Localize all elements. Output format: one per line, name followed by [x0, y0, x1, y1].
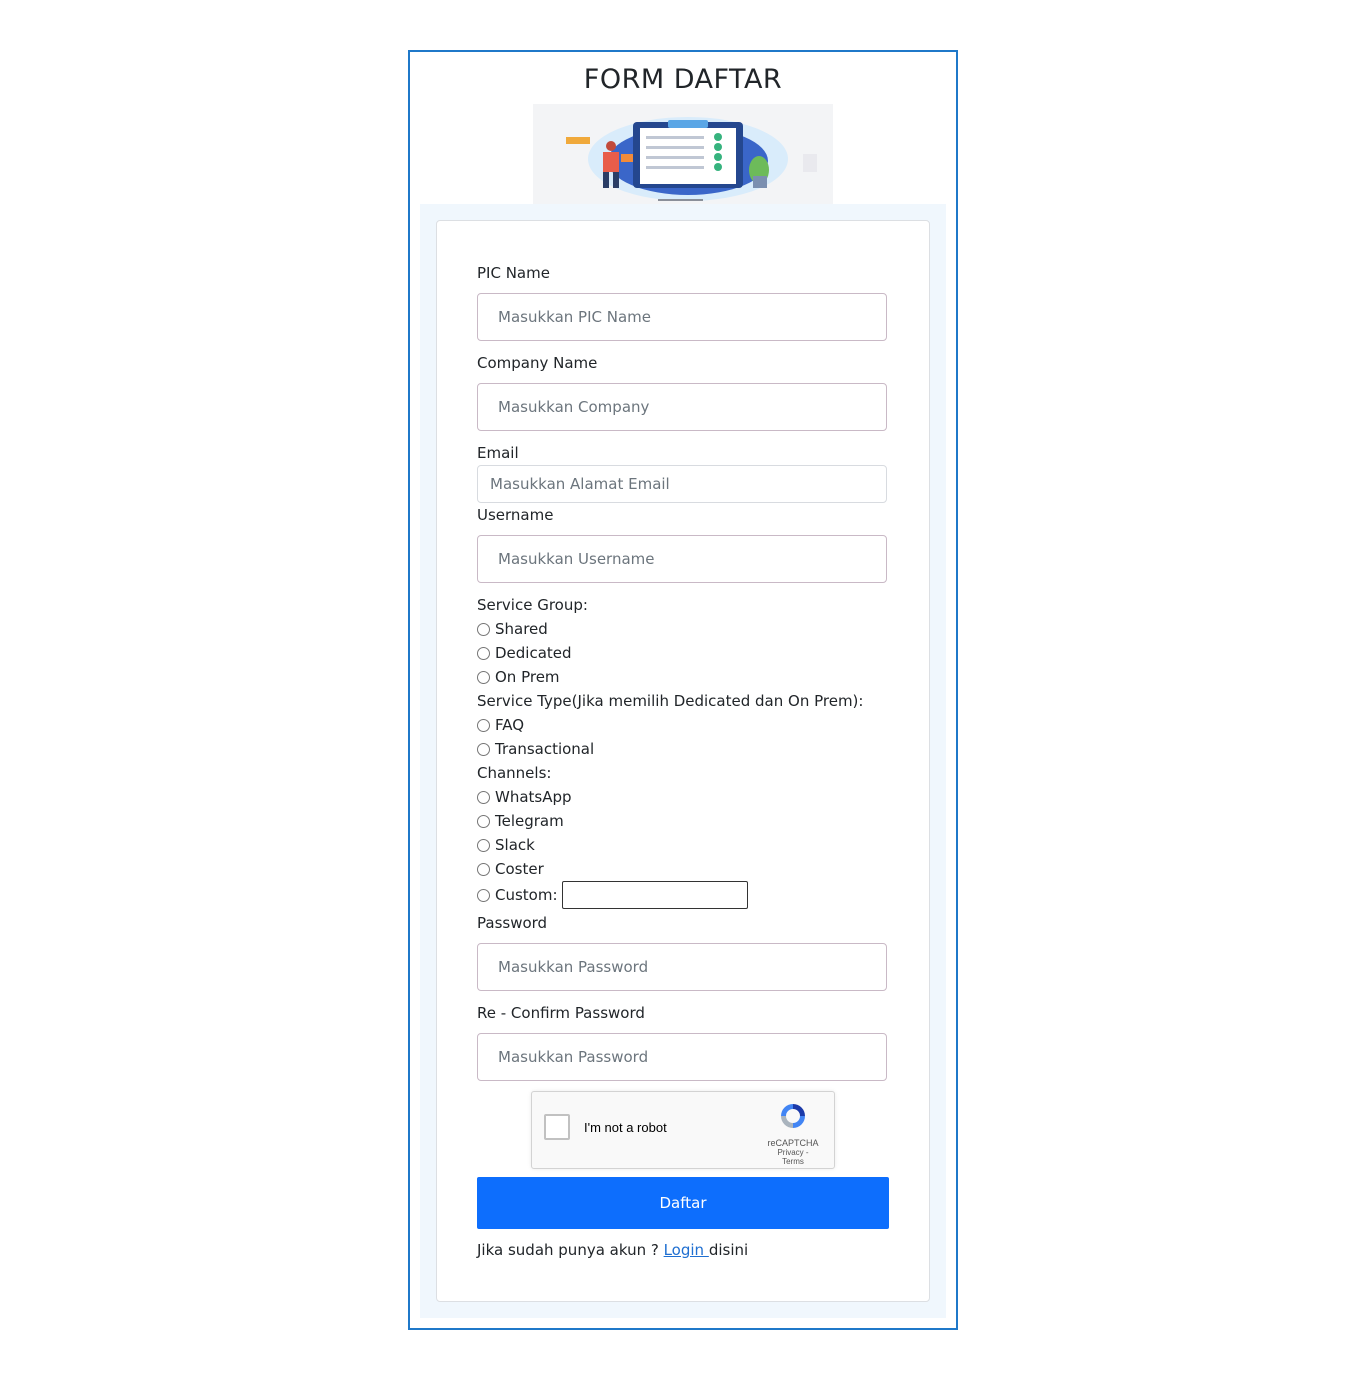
recaptcha-logo: reCAPTCHA Privacy - Terms: [766, 1100, 820, 1166]
custom-channel-input[interactable]: [561, 881, 748, 909]
radio-slack[interactable]: Slack: [477, 836, 535, 854]
confirm-password-input[interactable]: [477, 1033, 887, 1081]
recaptcha-checkbox[interactable]: [544, 1114, 570, 1140]
registration-card: PIC Name Company Name Email Username Ser…: [436, 220, 930, 1302]
radio-label: Custom:: [495, 886, 558, 904]
form-panel: PIC Name Company Name Email Username Ser…: [420, 204, 946, 1318]
radio-button[interactable]: [477, 790, 490, 804]
radio-dedicated[interactable]: Dedicated: [477, 644, 572, 662]
radio-custom[interactable]: Custom:: [477, 881, 748, 909]
radio-coster[interactable]: Coster: [477, 860, 544, 878]
service-group-label: Service Group:: [477, 596, 588, 614]
registration-illustration: [533, 104, 833, 204]
company-name-label: Company Name: [477, 354, 598, 372]
radio-button[interactable]: [477, 862, 490, 876]
radio-label: Dedicated: [495, 644, 572, 662]
recaptcha-text: I'm not a robot: [584, 1120, 667, 1135]
radio-label: Coster: [495, 860, 544, 878]
service-type-label: Service Type(Jika memilih Dedicated dan …: [477, 692, 864, 710]
register-container: FORM DAFTAR PIC Name Masukkan PIC Name C…: [408, 50, 958, 1330]
recaptcha-widget: I'm not a robot reCAPTCHA Privacy - Term…: [531, 1091, 835, 1169]
radio-label: On Prem: [495, 668, 560, 686]
username-input[interactable]: [477, 535, 887, 583]
radio-button[interactable]: [477, 718, 490, 732]
radio-button[interactable]: [477, 814, 490, 828]
radio-label: Telegram: [495, 812, 564, 830]
pic-name-input[interactable]: [477, 293, 887, 341]
recaptcha-brand: reCAPTCHA: [767, 1138, 819, 1148]
page-title: FORM DAFTAR: [583, 64, 783, 95]
radio-label: Slack: [495, 836, 535, 854]
radio-label: WhatsApp: [495, 788, 572, 806]
radio-label: Transactional: [495, 740, 595, 758]
radio-button[interactable]: [477, 670, 490, 684]
email-input[interactable]: [477, 465, 887, 503]
company-name-input[interactable]: [477, 383, 887, 431]
login-link[interactable]: Login: [664, 1241, 709, 1259]
channels-label: Channels:: [477, 764, 552, 782]
recaptcha-icon: [781, 1104, 805, 1128]
radio-transactional[interactable]: Transactional: [477, 740, 594, 758]
email-label: Email: [477, 444, 519, 462]
radio-button[interactable]: [477, 622, 490, 636]
password-label: Password: [477, 914, 548, 932]
radio-on-prem[interactable]: On Prem: [477, 668, 560, 686]
radio-faq[interactable]: FAQ: [477, 716, 524, 734]
username-label: Username: [477, 506, 554, 524]
radio-telegram[interactable]: Telegram: [477, 812, 564, 830]
confirm-password-label: Re - Confirm Password: [477, 1004, 645, 1022]
radio-button[interactable]: [477, 646, 490, 660]
radio-button[interactable]: [477, 838, 490, 852]
radio-whatsapp[interactable]: WhatsApp: [477, 788, 572, 806]
daftar-button[interactable]: Daftar: [477, 1177, 889, 1229]
login-prompt-text: Jika sudah punya akun ?: [477, 1241, 664, 1259]
password-input[interactable]: [477, 943, 887, 991]
radio-label: FAQ: [495, 716, 525, 734]
pic-name-label: PIC Name: [477, 264, 550, 282]
login-prompt: Jika sudah punya akun ? Login disini: [477, 1241, 748, 1259]
radio-button[interactable]: [477, 742, 490, 756]
login-prompt-suffix: disini: [708, 1241, 749, 1259]
radio-shared[interactable]: Shared: [477, 620, 548, 638]
radio-button[interactable]: [477, 888, 490, 902]
radio-label: Shared: [495, 620, 548, 638]
recaptcha-links[interactable]: Privacy - Terms: [766, 1148, 820, 1166]
